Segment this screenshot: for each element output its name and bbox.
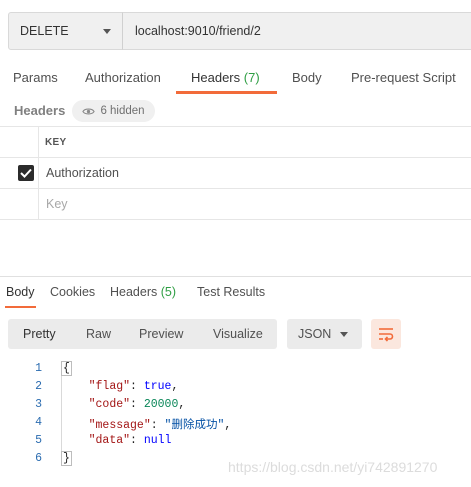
- response-tab-headers[interactable]: Headers (5): [110, 285, 176, 299]
- view-preview-button[interactable]: Preview: [139, 319, 183, 349]
- json-key: "message": [88, 419, 151, 432]
- view-pretty-button[interactable]: Pretty: [23, 319, 56, 349]
- column-header-key: KEY: [45, 137, 67, 148]
- code-line: "code": 20000,: [88, 398, 186, 411]
- json-value: null: [143, 434, 172, 447]
- json-value: "删除成功": [164, 419, 225, 432]
- watermark: https://blog.csdn.net/yi742891270: [228, 459, 438, 475]
- tab-label: Pre-request Script: [351, 70, 456, 85]
- format-select[interactable]: JSON: [287, 319, 362, 349]
- hidden-count-label: 6 hidden: [100, 105, 145, 117]
- line-number: 6: [35, 452, 42, 465]
- tab-label: Body: [6, 285, 35, 299]
- tab-pre-request-script[interactable]: Pre-request Script: [351, 64, 456, 92]
- json-value: true: [143, 380, 172, 393]
- tab-label: Params: [13, 70, 58, 85]
- tab-count: (7): [243, 70, 260, 85]
- header-enabled-checkbox[interactable]: [18, 165, 34, 181]
- divider: [38, 127, 39, 220]
- url-input[interactable]: localhost:9010/friend/2: [122, 12, 471, 50]
- divider: [0, 188, 471, 189]
- tab-params[interactable]: Params: [13, 64, 58, 92]
- chevron-down-icon: [340, 332, 348, 337]
- view-raw-button[interactable]: Raw: [86, 319, 111, 349]
- tab-authorization[interactable]: Authorization: [85, 64, 161, 92]
- tab-label: Headers: [110, 285, 158, 299]
- close-brace: }: [61, 451, 72, 466]
- code-line: {: [61, 361, 72, 376]
- json-key: "data": [88, 434, 131, 447]
- response-tab-cookies[interactable]: Cookies: [50, 285, 95, 299]
- wrap-lines-icon: [379, 328, 394, 342]
- method-value: DELETE: [20, 24, 69, 38]
- line-number: 3: [35, 398, 42, 411]
- json-key: "flag": [88, 380, 131, 393]
- tab-label: Cookies: [50, 285, 96, 299]
- format-value: JSON: [298, 327, 332, 341]
- line-number: 1: [35, 362, 42, 375]
- view-visualize-button[interactable]: Visualize: [213, 319, 263, 349]
- hidden-headers-toggle[interactable]: 6 hidden: [72, 100, 155, 122]
- new-header-key-input[interactable]: Key: [46, 197, 68, 211]
- json-comma: ,: [178, 398, 186, 411]
- wrap-lines-button[interactable]: [371, 319, 401, 349]
- tab-label: Authorization: [85, 70, 161, 85]
- code-line: "data": null: [88, 434, 172, 447]
- tab-count: (5): [160, 285, 177, 299]
- divider: [0, 219, 471, 220]
- request-tabs: Params Authorization Headers (7) Body Pr…: [0, 64, 471, 94]
- json-key: "code": [88, 398, 131, 411]
- code-line: "flag": true,: [88, 380, 179, 393]
- tab-label: Headers: [191, 70, 241, 85]
- headers-section-title: Headers: [14, 103, 66, 118]
- line-number: 4: [35, 416, 42, 429]
- url-value: localhost:9010/friend/2: [135, 24, 261, 38]
- chevron-down-icon: [103, 29, 111, 34]
- view-mode-group: Pretty Raw Preview Visualize: [8, 319, 277, 349]
- code-line: "message": "删除成功",: [88, 419, 232, 432]
- tab-headers[interactable]: Headers (7): [191, 64, 260, 92]
- line-number: 2: [35, 380, 42, 393]
- json-comma: ,: [171, 380, 179, 393]
- header-key-cell[interactable]: Authorization: [46, 166, 119, 180]
- tab-body[interactable]: Body: [292, 64, 322, 92]
- divider: [0, 126, 471, 127]
- active-response-tab-indicator: [5, 306, 36, 308]
- tab-label: Body: [292, 70, 322, 85]
- json-comma: ,: [224, 419, 232, 432]
- eye-icon: [82, 108, 96, 114]
- open-brace: {: [61, 361, 72, 376]
- response-tab-test-results[interactable]: Test Results: [197, 285, 265, 299]
- tab-label: Test Results: [197, 285, 266, 299]
- line-number: 5: [35, 434, 42, 447]
- response-tab-body[interactable]: Body: [6, 285, 35, 299]
- json-value: 20000: [143, 398, 179, 411]
- checkmark-icon: [20, 168, 32, 178]
- response-divider: [0, 276, 471, 277]
- method-select[interactable]: DELETE: [8, 12, 123, 50]
- code-line: }: [61, 451, 72, 466]
- divider: [0, 157, 471, 158]
- active-tab-indicator: [176, 91, 277, 94]
